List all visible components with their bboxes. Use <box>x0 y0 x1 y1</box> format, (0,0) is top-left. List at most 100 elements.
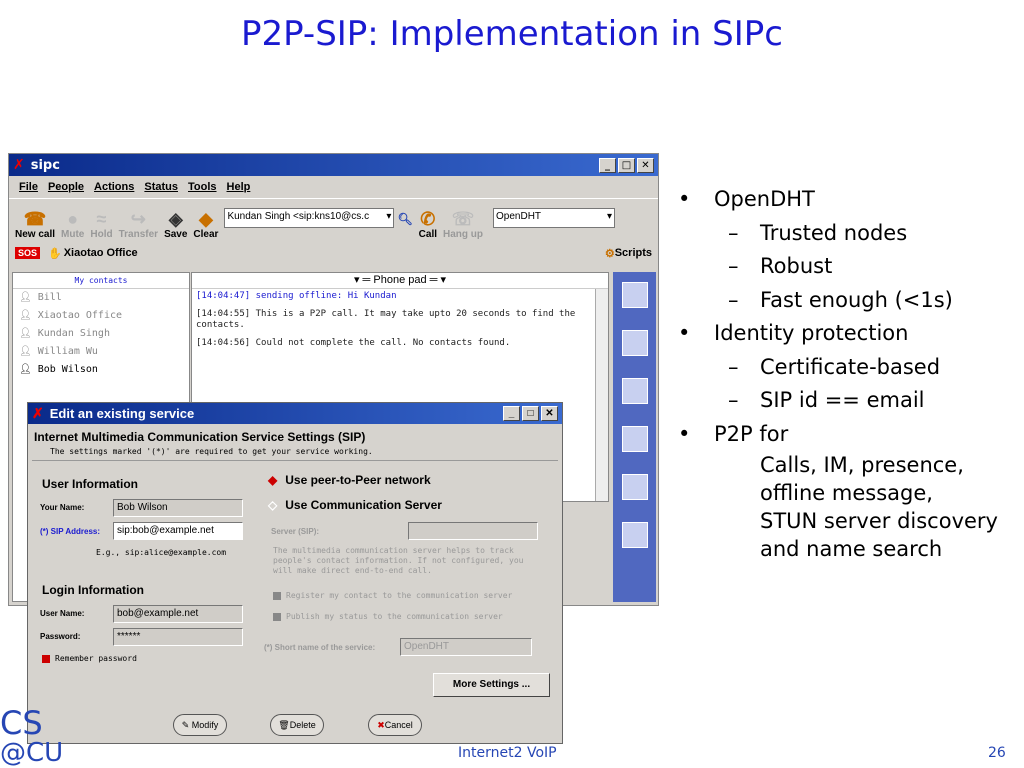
sip-address-label: (*) SIP Address: <box>40 527 101 536</box>
app-icon: ✗ <box>32 405 44 421</box>
clear-button[interactable]: ◆ Clear <box>193 209 218 240</box>
checkbox-icon <box>273 612 281 621</box>
publish-checkbox[interactable]: Publish my status to the communication s… <box>273 612 503 621</box>
sub-bullet-item: Robust <box>678 250 1024 284</box>
sipc-titlebar[interactable]: ✗ sipc _ □ ✕ <box>9 154 658 176</box>
contacts-header: My contacts <box>13 273 189 289</box>
checkbox-checked-icon <box>42 654 50 663</box>
bullet-paragraph-line: Calls, IM, presence, <box>760 453 964 477</box>
dialog-title: Edit an existing service <box>49 406 195 421</box>
contact-item[interactable]: 👤︎ Kundan Singh <box>13 325 189 343</box>
microphone-icon[interactable] <box>622 330 648 356</box>
short-name-label: (*) Short name of the service: <box>264 643 376 652</box>
p2p-radio[interactable]: ◆ Use peer-to-Peer network <box>268 473 431 487</box>
maximize-button[interactable]: □ <box>522 406 539 421</box>
footer-text: Internet2 VoIP <box>458 745 557 761</box>
log-line: [14:04:55] This is a P2P call. It may ta… <box>196 309 576 330</box>
minimize-button[interactable]: _ <box>503 406 520 421</box>
contact-item[interactable]: 👤︎ Bob Wilson <box>13 361 189 379</box>
call-icon: ✆ <box>420 209 436 229</box>
office-label[interactable]: Xiaotao Office <box>64 247 138 259</box>
slide-title: P2P-SIP: Implementation in SIPc <box>241 14 783 54</box>
menu-tools[interactable]: Tools <box>188 181 217 193</box>
phone-icon: ☎ <box>23 209 47 229</box>
log-line: [14:04:47] sending offline: Hi Kundan <box>196 291 397 301</box>
cancel-icon: ✖ <box>377 720 385 730</box>
new-call-button[interactable]: ☎ New call <box>15 209 55 240</box>
your-name-label: Your Name: <box>40 503 85 512</box>
search-icon[interactable]: 🔍︎ <box>397 212 412 226</box>
server-radio[interactable]: ◇ Use Communication Server <box>268 498 442 512</box>
dialog-subtitle: The settings marked '(*)' are required t… <box>32 444 558 461</box>
edit-icon[interactable] <box>622 378 648 404</box>
network-icon[interactable] <box>622 474 648 500</box>
close-button[interactable]: ✕ <box>541 406 558 421</box>
maximize-button[interactable]: □ <box>618 157 635 173</box>
call-button[interactable]: ✆ Call <box>419 209 437 240</box>
bullet-item: Identity protection <box>678 317 1024 351</box>
mute-icon: ● <box>67 209 79 229</box>
bullet-item: P2P for <box>678 418 1024 452</box>
message-icon[interactable] <box>622 522 648 548</box>
page-number: 26 <box>988 745 1006 761</box>
password-field[interactable]: ****** <box>113 628 243 646</box>
dialog-titlebar[interactable]: ✗ Edit an existing service _ □ ✕ <box>28 403 562 424</box>
remember-checkbox[interactable]: Remember password <box>42 654 137 663</box>
close-button[interactable]: ✕ <box>637 157 654 173</box>
server-field[interactable] <box>408 522 538 540</box>
short-name-field[interactable]: OpenDHT <box>400 638 532 656</box>
log-scrollbar[interactable] <box>595 289 608 501</box>
sub-bullet-item: SIP id == email <box>678 384 1024 418</box>
menu-people[interactable]: People <box>48 181 84 193</box>
server-label: Server (SIP): <box>271 527 320 536</box>
contact-item[interactable]: 👤︎ Xiaotao Office <box>13 307 189 325</box>
scripts-button[interactable]: Scripts <box>615 247 652 259</box>
service-combo[interactable]: OpenDHT <box>493 208 616 228</box>
screen-icon[interactable] <box>622 426 648 452</box>
hold-button[interactable]: ≈ Hold <box>90 209 112 240</box>
hang-up-icon: ☏ <box>451 209 475 229</box>
menubar: File People Actions Status Tools Help <box>9 176 658 198</box>
user-name-label: User Name: <box>40 609 85 618</box>
sip-address-field[interactable]: sip:bob@example.net <box>113 522 243 540</box>
save-button[interactable]: ◈ Save <box>164 209 187 240</box>
menu-actions[interactable]: Actions <box>94 181 134 193</box>
toolbar: ☎ New call ● Mute ≈ Hold ↪ Transfer ◈ Save ◆ C… <box>9 198 658 242</box>
phone-pad-header[interactable]: ▾ ═ Phone pad ═ ▾ <box>192 273 608 289</box>
bullet-paragraph-line: offline message, <box>760 481 933 505</box>
status-strip: SOS ✋ Xiaotao Office ⚙ Scripts <box>9 242 658 264</box>
menu-file[interactable]: File <box>19 181 38 193</box>
menu-status[interactable]: Status <box>144 181 178 193</box>
password-label: Password: <box>40 632 81 641</box>
menu-help[interactable]: Help <box>227 181 251 193</box>
contact-combo[interactable]: Kundan Singh <sip:kns10@cs.c <box>224 208 395 228</box>
sub-bullet-item: Trusted nodes <box>678 217 1024 251</box>
server-description: The multimedia communication server help… <box>273 546 524 575</box>
cancel-button[interactable]: ✖Cancel <box>368 714 422 736</box>
dialog-heading: Internet Multimedia Communication Servic… <box>34 430 366 444</box>
hold-icon: ≈ <box>96 209 107 229</box>
contact-item[interactable]: 👤︎ William Wu <box>13 343 189 361</box>
message-log: [14:04:47] sending offline: Hi Kundan [1… <box>192 289 608 358</box>
side-panel <box>613 272 656 602</box>
minimize-button[interactable]: _ <box>599 157 616 173</box>
bullet-item: OpenDHT <box>678 183 1024 217</box>
more-settings-button[interactable]: More Settings ... <box>433 673 550 697</box>
contact-item[interactable]: 👤︎ Bill <box>13 289 189 307</box>
checkbox-icon <box>273 591 281 600</box>
delete-button[interactable]: 🗑︎Delete <box>270 714 324 736</box>
transfer-button[interactable]: ↪ Transfer <box>119 209 158 240</box>
hang-up-button[interactable]: ☏ Hang up <box>443 209 483 240</box>
radio-selected-icon: ◆ <box>268 473 278 487</box>
modify-button[interactable]: ✎ Modify <box>173 714 227 736</box>
radio-unselected-icon: ◇ <box>268 498 278 512</box>
mute-button[interactable]: ● Mute <box>61 209 84 240</box>
your-name-field[interactable]: Bob Wilson <box>113 499 243 517</box>
user-name-field[interactable]: bob@example.net <box>113 605 243 623</box>
scripts-icon: ⚙ <box>604 247 615 260</box>
bullet-list: OpenDHT Trusted nodes Robust Fast enough… <box>678 183 1024 563</box>
speaker-icon[interactable] <box>622 282 648 308</box>
sos-button[interactable]: SOS <box>15 247 41 259</box>
save-icon: ◈ <box>168 209 183 229</box>
register-checkbox[interactable]: Register my contact to the communication… <box>273 591 512 600</box>
